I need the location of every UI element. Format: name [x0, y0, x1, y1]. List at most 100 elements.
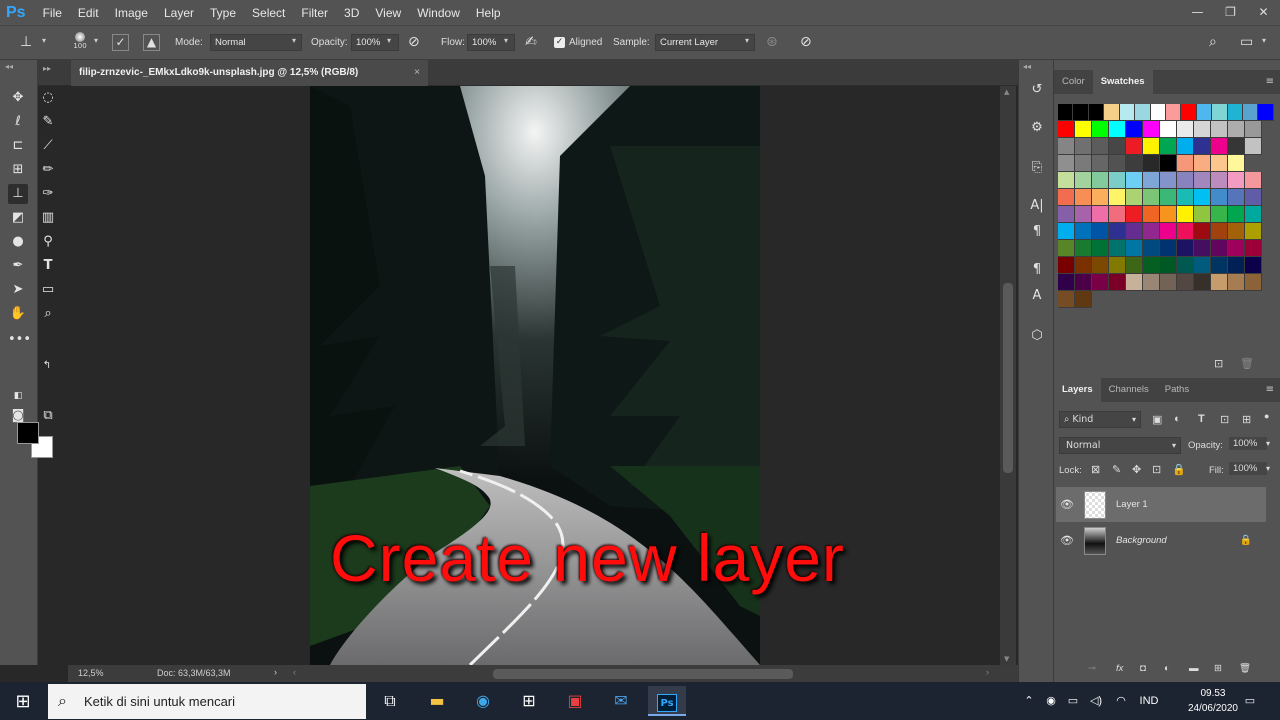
swatch[interactable] — [1211, 223, 1228, 240]
swatch[interactable] — [1109, 257, 1126, 274]
tab-color[interactable]: Color — [1054, 70, 1093, 94]
swatch[interactable] — [1126, 240, 1143, 257]
panel-menu-icon[interactable]: ≡ — [1266, 76, 1274, 87]
workspace-icon[interactable]: ▭ — [1240, 34, 1253, 50]
clone-source-panel-icon[interactable]: ⎘ — [1027, 158, 1047, 178]
history-icon[interactable]: ↺ — [1027, 80, 1047, 100]
chevron-down-icon[interactable]: ▾ — [42, 36, 46, 45]
swatch[interactable] — [1075, 223, 1092, 240]
delete-layer-icon[interactable]: 🗑 — [1239, 663, 1251, 674]
swatch[interactable] — [1075, 189, 1092, 206]
swatch[interactable] — [1165, 104, 1182, 121]
delete-swatch-icon[interactable]: 🗑 — [1240, 357, 1254, 370]
swatch[interactable] — [1075, 291, 1092, 308]
swatch[interactable] — [1211, 274, 1228, 291]
swatch[interactable] — [1228, 121, 1245, 138]
swatch[interactable] — [1245, 274, 1262, 291]
layer-row-layer-1[interactable]: 👁 Layer 1 — [1056, 487, 1266, 522]
sample-select[interactable]: Current Layer — [655, 34, 755, 51]
crop-tool-icon[interactable]: ⊏ — [8, 136, 28, 156]
swatch[interactable] — [1109, 121, 1126, 138]
layer-opacity-field[interactable]: 100% — [1229, 437, 1267, 450]
lock-transparent-icon[interactable]: ⊠ — [1091, 463, 1100, 476]
swatch[interactable] — [1092, 172, 1109, 189]
screen-mode-icon[interactable]: ⧉ — [38, 406, 58, 426]
swatch[interactable] — [1109, 155, 1126, 172]
swatch[interactable] — [1092, 206, 1109, 223]
menu-window[interactable]: Window — [409, 6, 468, 20]
swatch[interactable] — [1211, 138, 1228, 155]
swatch[interactable] — [1143, 121, 1160, 138]
swatch[interactable] — [1177, 206, 1194, 223]
swatch[interactable] — [1126, 172, 1143, 189]
swatch[interactable] — [1177, 274, 1194, 291]
swatch[interactable] — [1177, 121, 1194, 138]
type-tool-icon[interactable]: T — [38, 256, 58, 276]
swatch[interactable] — [1194, 172, 1211, 189]
swatch[interactable] — [1211, 172, 1228, 189]
swatch[interactable] — [1058, 223, 1075, 240]
swatch[interactable] — [1092, 121, 1109, 138]
swatch[interactable] — [1092, 274, 1109, 291]
eye-icon[interactable]: 👁 — [1056, 534, 1078, 547]
swatch[interactable] — [1228, 189, 1245, 206]
pen-tool-icon[interactable]: ✒ — [8, 256, 28, 276]
adjustment-filter-icon[interactable]: ◐ — [1174, 413, 1181, 425]
swatch[interactable] — [1143, 257, 1160, 274]
properties-icon[interactable]: ⚙ — [1027, 118, 1047, 138]
swatch[interactable] — [1073, 104, 1089, 121]
photoshop-taskbar-icon[interactable]: Ps — [648, 686, 686, 716]
menu-help[interactable]: Help — [468, 6, 509, 20]
default-colors-icon[interactable]: ◧ — [8, 386, 28, 406]
minimize-button[interactable]: — — [1181, 0, 1214, 25]
swatch[interactable] — [1109, 172, 1126, 189]
swatch[interactable] — [1211, 121, 1228, 138]
swatch[interactable] — [1143, 240, 1160, 257]
airbrush-icon[interactable]: ✍ — [525, 34, 537, 50]
task-view-icon[interactable]: ⧉ — [375, 686, 405, 716]
scroll-down-icon[interactable]: ▼ — [1004, 655, 1009, 663]
swatch[interactable] — [1143, 138, 1160, 155]
swatch[interactable] — [1160, 274, 1177, 291]
swatch[interactable] — [1109, 274, 1126, 291]
swatch[interactable] — [1058, 257, 1075, 274]
chevron-down-icon[interactable]: ▾ — [94, 36, 98, 45]
swatch[interactable] — [1126, 155, 1143, 172]
shape-filter-icon[interactable]: ⊡ — [1220, 413, 1229, 426]
volume-icon[interactable]: ◁) — [1087, 682, 1105, 720]
swatch[interactable] — [1177, 257, 1194, 274]
eyedropper-tool-icon[interactable]: ⟋ — [38, 136, 58, 156]
collapse-icon[interactable]: ◂◂ — [5, 62, 13, 71]
swatch[interactable] — [1177, 240, 1194, 257]
swatch[interactable] — [1058, 155, 1075, 172]
fill-field[interactable]: 100% — [1229, 462, 1267, 475]
swatch[interactable] — [1194, 240, 1211, 257]
brush-settings-icon[interactable]: ✓ — [112, 34, 129, 51]
ignore-adjustment-icon[interactable]: ⊛ — [766, 34, 778, 50]
swatch[interactable] — [1092, 138, 1109, 155]
swatch[interactable] — [1088, 104, 1105, 121]
swatch[interactable] — [1109, 206, 1126, 223]
menu-view[interactable]: View — [367, 6, 409, 20]
rectangle-tool-icon[interactable]: ▭ — [38, 280, 58, 300]
edge-icon[interactable]: ◉ — [468, 686, 498, 716]
tab-swatches[interactable]: Swatches — [1092, 70, 1153, 94]
blur-tool-icon[interactable]: ● — [8, 232, 28, 252]
opacity-field[interactable]: 100% — [351, 34, 399, 51]
lock-image-icon[interactable]: ✎ — [1112, 463, 1121, 476]
store-icon[interactable]: ⊞ — [514, 686, 544, 716]
swatch[interactable] — [1177, 138, 1194, 155]
swatch[interactable] — [1160, 155, 1177, 172]
swatch[interactable] — [1181, 104, 1197, 121]
swatch[interactable] — [1058, 274, 1075, 291]
swatch[interactable] — [1228, 155, 1245, 172]
lock-all-icon[interactable]: 🔒 — [1172, 463, 1186, 476]
swatch[interactable] — [1075, 257, 1092, 274]
clock[interactable]: 09.53 24/06/2020 — [1188, 686, 1238, 716]
document-tab[interactable]: filip-zrnzevic-_EMkxLdko9k-unsplash.jpg … — [71, 60, 428, 86]
swatch[interactable] — [1228, 206, 1245, 223]
layer-row-background[interactable]: 👁 Background 🔒 — [1056, 523, 1266, 558]
swatch[interactable] — [1058, 189, 1075, 206]
swatch[interactable] — [1126, 121, 1143, 138]
tray-app-icon[interactable]: ◉ — [1042, 682, 1060, 720]
